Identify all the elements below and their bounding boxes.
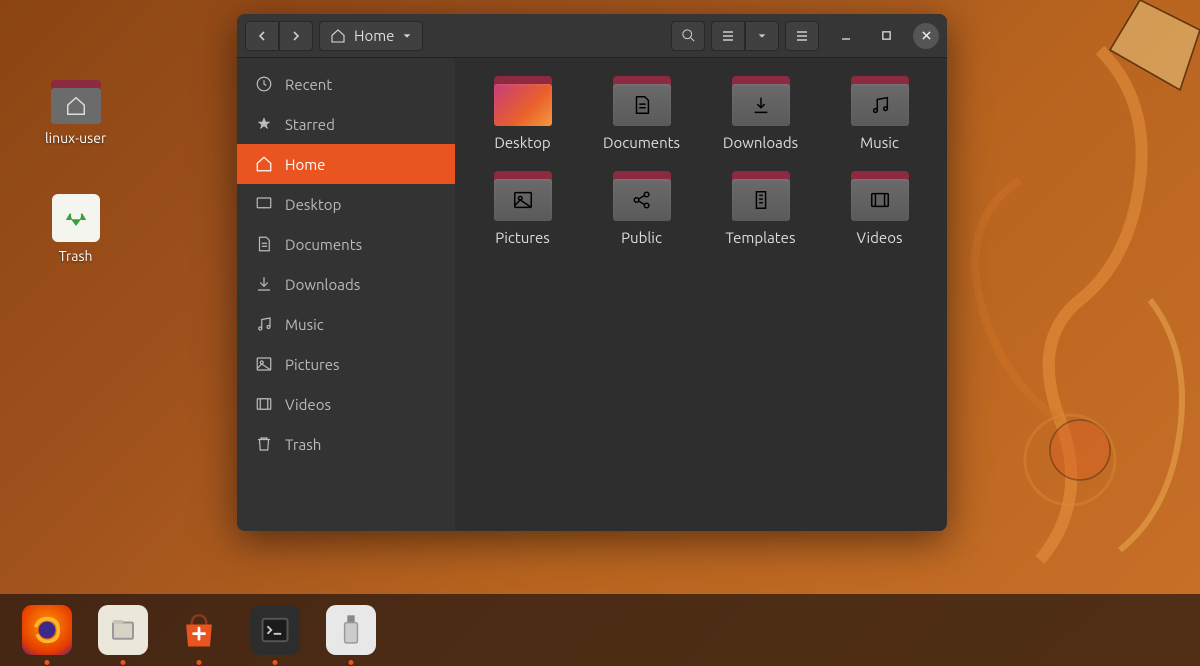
home-icon (330, 28, 346, 44)
sidebar-item-desktop[interactable]: Desktop (237, 184, 455, 224)
menu-button[interactable] (785, 21, 819, 51)
chevron-right-icon (290, 30, 302, 42)
document-icon (631, 94, 653, 116)
share-icon (631, 189, 653, 211)
dock-item-usb[interactable] (326, 605, 376, 655)
dock (0, 594, 1200, 666)
shopping-bag-icon (177, 608, 221, 652)
path-bar[interactable]: Home (319, 21, 423, 51)
close-button[interactable] (913, 23, 939, 49)
dock-item-firefox[interactable] (22, 605, 72, 655)
close-icon (921, 30, 932, 41)
template-icon (750, 189, 772, 211)
chevron-down-icon (402, 31, 412, 41)
sidebar-item-documents[interactable]: Documents (237, 224, 455, 264)
video-icon (255, 395, 273, 413)
sidebar-item-trash[interactable]: Trash (237, 424, 455, 464)
dock-item-files[interactable] (98, 605, 148, 655)
file-manager-window: Home Recent Starred (237, 14, 947, 531)
trash-icon (255, 435, 273, 453)
sidebar-item-label: Music (285, 316, 324, 333)
folder-label: Public (621, 229, 662, 246)
content-area: Desktop Documents Downloads Music Pictur… (455, 58, 947, 531)
chevron-down-icon (757, 31, 767, 41)
folder-label: Desktop (494, 134, 550, 151)
folder-label: Pictures (495, 229, 550, 246)
picture-icon (255, 355, 273, 373)
folder-videos[interactable]: Videos (824, 171, 935, 246)
titlebar: Home (237, 14, 947, 58)
music-icon (869, 94, 891, 116)
sidebar-item-home[interactable]: Home (237, 144, 455, 184)
music-icon (255, 315, 273, 333)
path-label: Home (354, 27, 394, 44)
folder-templates[interactable]: Templates (705, 171, 816, 246)
sidebar-item-videos[interactable]: Videos (237, 384, 455, 424)
sidebar-item-label: Starred (285, 116, 335, 133)
picture-icon (512, 189, 534, 211)
maximize-icon (881, 30, 892, 41)
files-icon (108, 615, 138, 645)
dock-item-software[interactable] (174, 605, 224, 655)
minimize-icon (840, 30, 852, 42)
usb-icon (340, 613, 362, 647)
firefox-icon (30, 613, 64, 647)
folder-documents[interactable]: Documents (586, 76, 697, 151)
hamburger-icon (795, 29, 809, 43)
sidebar-item-label: Trash (285, 436, 321, 453)
chevron-left-icon (256, 30, 268, 42)
list-icon (721, 29, 735, 43)
recycle-icon (63, 205, 89, 231)
home-icon (255, 155, 273, 173)
sidebar-item-downloads[interactable]: Downloads (237, 264, 455, 304)
maximize-button[interactable] (873, 23, 899, 49)
document-icon (255, 235, 273, 253)
sidebar-item-label: Recent (285, 76, 332, 93)
folder-label: Templates (726, 229, 796, 246)
folder-downloads[interactable]: Downloads (705, 76, 816, 151)
desktop-icon-label: linux-user (45, 130, 106, 146)
desktop-icon-label: Trash (59, 248, 93, 264)
folder-desktop[interactable]: Desktop (467, 76, 578, 151)
sidebar-item-label: Pictures (285, 356, 340, 373)
sidebar: Recent Starred Home Desktop Documents Do… (237, 58, 455, 531)
sidebar-item-recent[interactable]: Recent (237, 64, 455, 104)
sidebar-item-label: Downloads (285, 276, 360, 293)
desktop-icon-trash[interactable]: Trash (45, 194, 106, 264)
sidebar-item-pictures[interactable]: Pictures (237, 344, 455, 384)
list-view-button[interactable] (711, 21, 745, 51)
sidebar-item-label: Desktop (285, 196, 341, 213)
minimize-button[interactable] (833, 23, 859, 49)
forward-button[interactable] (279, 21, 313, 51)
sidebar-item-label: Home (285, 156, 325, 173)
back-button[interactable] (245, 21, 279, 51)
sidebar-item-label: Documents (285, 236, 362, 253)
star-icon (255, 115, 273, 133)
view-options-button[interactable] (745, 21, 779, 51)
home-icon (65, 95, 87, 117)
sidebar-item-label: Videos (285, 396, 331, 413)
folder-pictures[interactable]: Pictures (467, 171, 578, 246)
folder-label: Videos (857, 229, 903, 246)
desktop-icon (255, 195, 273, 213)
download-icon (255, 275, 273, 293)
search-button[interactable] (671, 21, 705, 51)
download-icon (750, 94, 772, 116)
video-icon (869, 189, 891, 211)
clock-icon (255, 75, 273, 93)
terminal-icon (260, 615, 290, 645)
sidebar-item-starred[interactable]: Starred (237, 104, 455, 144)
search-icon (681, 28, 696, 43)
dock-item-terminal[interactable] (250, 605, 300, 655)
desktop-icon-linux-user[interactable]: linux-user (45, 80, 106, 146)
folder-music[interactable]: Music (824, 76, 935, 151)
sidebar-item-music[interactable]: Music (237, 304, 455, 344)
folder-label: Documents (603, 134, 680, 151)
folder-label: Downloads (723, 134, 798, 151)
folder-label: Music (860, 134, 899, 151)
folder-public[interactable]: Public (586, 171, 697, 246)
